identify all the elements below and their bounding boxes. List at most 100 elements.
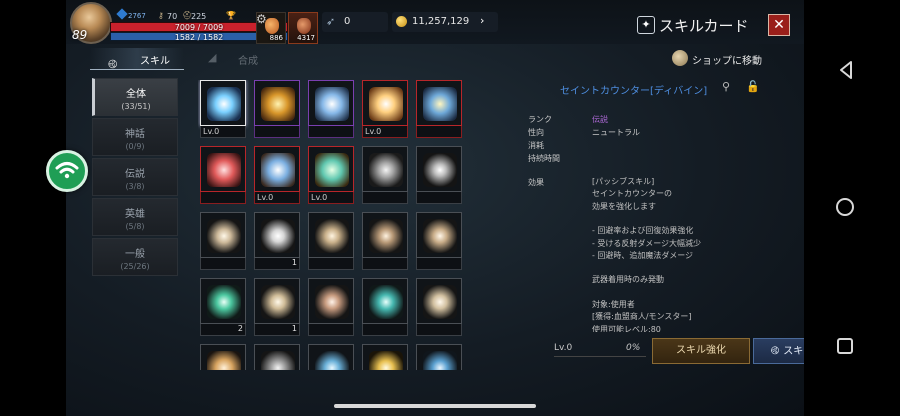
skill-card[interactable] [200, 212, 246, 270]
trophy-icon: 🏆 [226, 11, 236, 20]
skill-card[interactable] [308, 80, 354, 138]
combat-power: 2767 [128, 12, 146, 20]
skill-card[interactable]: 2 [200, 278, 246, 336]
progress-percent: 0% [626, 343, 641, 353]
shop-link[interactable]: ショップに移動 [692, 52, 762, 67]
skill-card-frame [200, 344, 246, 370]
category-count: (33/51) [121, 102, 151, 111]
desc-line: 対象:使用者 [592, 299, 635, 309]
skill-move-label: スキル移動 [783, 346, 804, 357]
skill-card[interactable] [254, 80, 300, 138]
home-indicator[interactable] [334, 404, 536, 408]
lock-icon[interactable]: 🔓 [746, 80, 760, 93]
skill-card[interactable] [308, 344, 354, 370]
skill-card[interactable] [362, 278, 408, 336]
skill-card[interactable]: Lv.0 [254, 146, 300, 204]
skill-card[interactable] [362, 212, 408, 270]
desc-line: セイントカウンターの [592, 189, 672, 199]
desc-line: [パッシブスキル] [592, 177, 655, 186]
chevron-right-icon[interactable]: › [480, 14, 484, 27]
card-count: 2 [237, 324, 243, 333]
skill-level: Lv.0 [254, 192, 300, 204]
cost-label: 消耗 [528, 141, 544, 150]
category-myth[interactable]: 神話 (0/9) [92, 118, 178, 156]
desc-gap [592, 287, 772, 299]
category-hero[interactable]: 英雄 (5/8) [92, 198, 178, 236]
skill-card[interactable] [416, 278, 462, 336]
skill-card-frame [308, 344, 354, 370]
skill-card[interactable] [362, 344, 408, 370]
potion-count: 886 [269, 34, 283, 42]
skill-card-frame [362, 146, 408, 192]
close-button[interactable]: ✕ [768, 14, 790, 36]
skill-card[interactable] [308, 212, 354, 270]
skill-level: Lv.0 [362, 126, 408, 138]
skill-card-frame [416, 344, 462, 370]
skill-card-frame [254, 212, 300, 258]
category-legend[interactable]: 伝説 (3/8) [92, 158, 178, 196]
skill-card[interactable] [416, 80, 462, 138]
desc-line: 使用可能レベル:80 [592, 324, 661, 332]
search-icon[interactable]: ⚲ [722, 80, 730, 93]
red-book-icon [207, 153, 241, 187]
character-level: 89 [72, 28, 88, 42]
rank-value: 伝説 [592, 115, 608, 124]
skill-enhance-button[interactable]: スキル強化 [652, 338, 750, 364]
blade-icon [315, 351, 349, 370]
home-icon[interactable] [836, 198, 854, 216]
tab-compose-label: 合成 [238, 56, 258, 67]
effect-label: 効果 [528, 178, 544, 187]
potion-count: 4317 [297, 34, 315, 42]
back-icon[interactable] [836, 60, 856, 80]
category-count: (3/8) [125, 182, 145, 191]
cycle-icon [369, 285, 403, 319]
category-common[interactable]: 一般 (25/26) [92, 238, 178, 276]
skill-card-frame [362, 80, 408, 126]
skill-card[interactable]: 1 [254, 212, 300, 270]
skill-description: [パッシブスキル] セイントカウンターの 効果を強化します - 回避率および回復… [592, 176, 772, 332]
recent-apps-icon[interactable] [837, 338, 853, 354]
skill-detail-panel: セイントカウンター[ディバイン] ⚲ 🔓 ランク 伝説 性向 ニュートラル 消耗… [476, 76, 804, 376]
skill-card[interactable]: Lv.0 [308, 146, 354, 204]
shield-icon [369, 153, 403, 187]
card-count: 1 [291, 258, 297, 267]
desc-line: 武器着用時のみ発動 [592, 275, 664, 285]
skill-card-frame [416, 278, 462, 324]
gear-icon[interactable]: ⚙ [256, 12, 267, 26]
skill-card[interactable] [416, 212, 462, 270]
desc-gap [592, 213, 772, 225]
skill-card[interactable] [308, 278, 354, 336]
skill-card-frame [254, 80, 300, 126]
potion-slot-2[interactable]: 4317 [288, 12, 318, 44]
skill-card[interactable]: 1 [254, 278, 300, 336]
skill-card[interactable] [416, 344, 462, 370]
category-count: (5/8) [125, 222, 145, 231]
skill-card[interactable] [362, 146, 408, 204]
skill-card[interactable] [416, 146, 462, 204]
card-count: 1 [291, 324, 297, 333]
tab-skill[interactable]: ࿋ スキル [90, 48, 184, 71]
wifi-icon[interactable] [46, 150, 88, 192]
skill-level [362, 258, 408, 270]
skill-card-frame [416, 146, 462, 192]
skill-card[interactable]: Lv.0 [362, 80, 408, 138]
skill-card[interactable] [200, 146, 246, 204]
altar-icon [315, 219, 349, 253]
nature-value: ニュートラル [592, 128, 640, 137]
holy-book-icon [261, 153, 295, 187]
eye-icon [369, 219, 403, 253]
skill-move-button[interactable]: ࿋スキル移動 [753, 338, 804, 364]
holy-book-icon [315, 87, 349, 121]
skill-level [308, 126, 354, 138]
skill-card-frame [362, 212, 408, 258]
skill-card[interactable] [254, 344, 300, 370]
category-name: 全体 [126, 89, 146, 100]
skill-card-icon: ✦ [637, 16, 655, 34]
skill-card-grid: Lv.0 Lv.0 Lv.0 Lv.0 1 2 1 [198, 80, 468, 370]
skill-card[interactable] [200, 344, 246, 370]
skill-level [200, 258, 246, 270]
stat-b-value: 225 [191, 12, 207, 21]
skill-card[interactable]: Lv.0 [200, 80, 246, 138]
category-all[interactable]: 全体 (33/51) [92, 78, 178, 116]
tab-compose[interactable]: ◢ 合成 [200, 48, 280, 70]
